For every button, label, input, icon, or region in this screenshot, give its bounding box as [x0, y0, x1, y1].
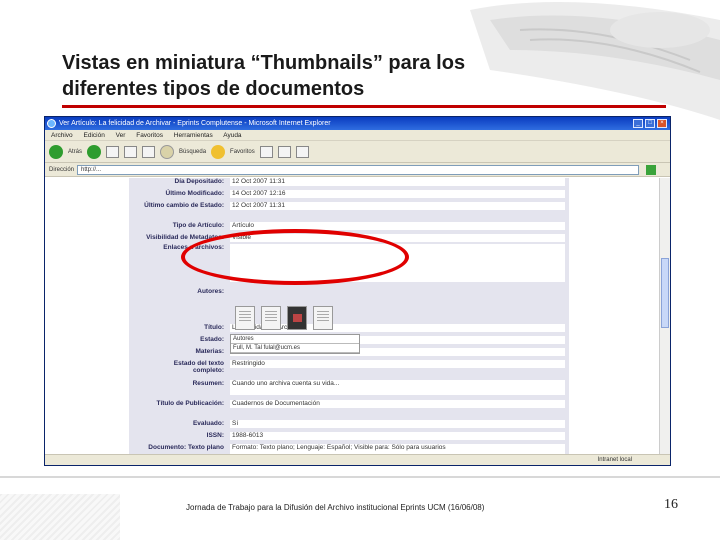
- search-icon[interactable]: [160, 144, 175, 159]
- authors-table: Autores Full, M. Tal fulal@ucm.es: [230, 334, 360, 354]
- record-row: Último cambio de Estado: 12 Oct 2007 11:3…: [129, 202, 569, 218]
- menu-ayuda[interactable]: Ayuda: [223, 132, 241, 139]
- footer-pattern: [0, 494, 120, 540]
- record-row: Estado del texto completo: Restringido: [129, 360, 569, 376]
- address-input[interactable]: http://...: [77, 164, 639, 175]
- thumbnail-text-doc[interactable]: [313, 306, 333, 330]
- record-row: Tipo de Artículo: Artículo: [129, 222, 569, 231]
- record-table: Día Depositado: 12 Oct 2007 11:31 Último …: [129, 178, 569, 456]
- history-icon[interactable]: [259, 145, 273, 158]
- browser-window: Ver Artículo: La felicidad de Archivar -…: [44, 116, 671, 466]
- author-email[interactable]: fulal@ucm.es: [264, 345, 300, 351]
- record-row-authors: Autores:: [197, 288, 224, 295]
- status-bar: Intranet local: [45, 454, 670, 465]
- forward-icon[interactable]: [87, 144, 102, 159]
- window-title: Ver Artículo: La felicidad de Archivar -…: [59, 120, 331, 127]
- record-row: Día Depositado: 12 Oct 2007 11:31: [129, 178, 569, 187]
- security-zone: Intranet local: [597, 457, 632, 463]
- highlight-ellipse: [181, 229, 409, 285]
- address-label: Dirección: [49, 166, 75, 173]
- back-label[interactable]: Atrás: [68, 149, 82, 155]
- toolbar: Atrás Búsqueda Favoritos: [45, 141, 670, 163]
- home-icon[interactable]: [142, 145, 156, 158]
- thumbnail-text-doc[interactable]: [261, 306, 281, 330]
- menu-archivo[interactable]: Archivo: [51, 132, 73, 139]
- go-button[interactable]: [646, 164, 656, 175]
- back-icon[interactable]: [49, 144, 63, 159]
- refresh-icon[interactable]: [124, 145, 138, 158]
- menu-favoritos[interactable]: Favoritos: [136, 132, 163, 139]
- menu-bar: Archivo Edición Ver Favoritos Herramient…: [45, 130, 670, 141]
- print-icon[interactable]: [295, 145, 309, 158]
- address-bar: Dirección http://...: [45, 163, 670, 177]
- scrollbar-thumb[interactable]: [661, 258, 669, 328]
- page-number: 16: [664, 497, 678, 512]
- favorites-icon[interactable]: [211, 144, 226, 159]
- record-row: Último Modificado: 14 Oct 2007 12:16: [129, 190, 569, 199]
- close-button[interactable]: ×: [657, 119, 667, 128]
- search-label[interactable]: Búsqueda: [179, 149, 206, 155]
- record-row: ISSN: 1988-6013: [129, 432, 569, 441]
- slide-title-line1: Vistas en miniatura “Thumbnails” para lo…: [62, 52, 466, 74]
- record-row: Título:La Felicidad de Archivar: [129, 324, 569, 333]
- menu-ver[interactable]: Ver: [116, 132, 126, 139]
- record-row: Resumen: Cuando uno archiva cuenta su vid…: [129, 380, 569, 396]
- vertical-scrollbar[interactable]: [659, 178, 670, 456]
- footer-divider: [0, 476, 720, 478]
- slide-title-line2: diferentes tipos de documentos: [62, 78, 365, 100]
- record-row: Evaluado: Sí: [129, 420, 569, 429]
- page-content: Día Depositado: 12 Oct 2007 11:31 Último …: [45, 178, 660, 456]
- title-underline: [62, 105, 666, 108]
- thumbnail-video[interactable]: [287, 306, 307, 330]
- window-titlebar: Ver Artículo: La felicidad de Archivar -…: [45, 117, 670, 130]
- record-row: Título de Publicación: Cuadernos de Docum…: [129, 400, 569, 416]
- mail-icon[interactable]: [277, 145, 291, 158]
- author-name: Full, M. Tal: [233, 345, 262, 351]
- slide-footer: Jornada de Trabajo para la Difusión del …: [186, 503, 485, 512]
- favorites-label[interactable]: Favoritos: [230, 149, 255, 155]
- file-thumbnails: [235, 306, 333, 330]
- authors-header: Autores: [231, 335, 359, 344]
- menu-edicion[interactable]: Edición: [84, 132, 105, 139]
- stop-icon[interactable]: [106, 145, 120, 158]
- menu-herramientas[interactable]: Herramientas: [174, 132, 213, 139]
- thumbnail-text-doc[interactable]: [235, 306, 255, 330]
- maximize-button[interactable]: □: [645, 119, 655, 128]
- slide-title: Vistas en miniatura “Thumbnails” para lo…: [62, 50, 622, 102]
- minimize-button[interactable]: _: [633, 119, 643, 128]
- ie-logo-icon: [47, 119, 56, 128]
